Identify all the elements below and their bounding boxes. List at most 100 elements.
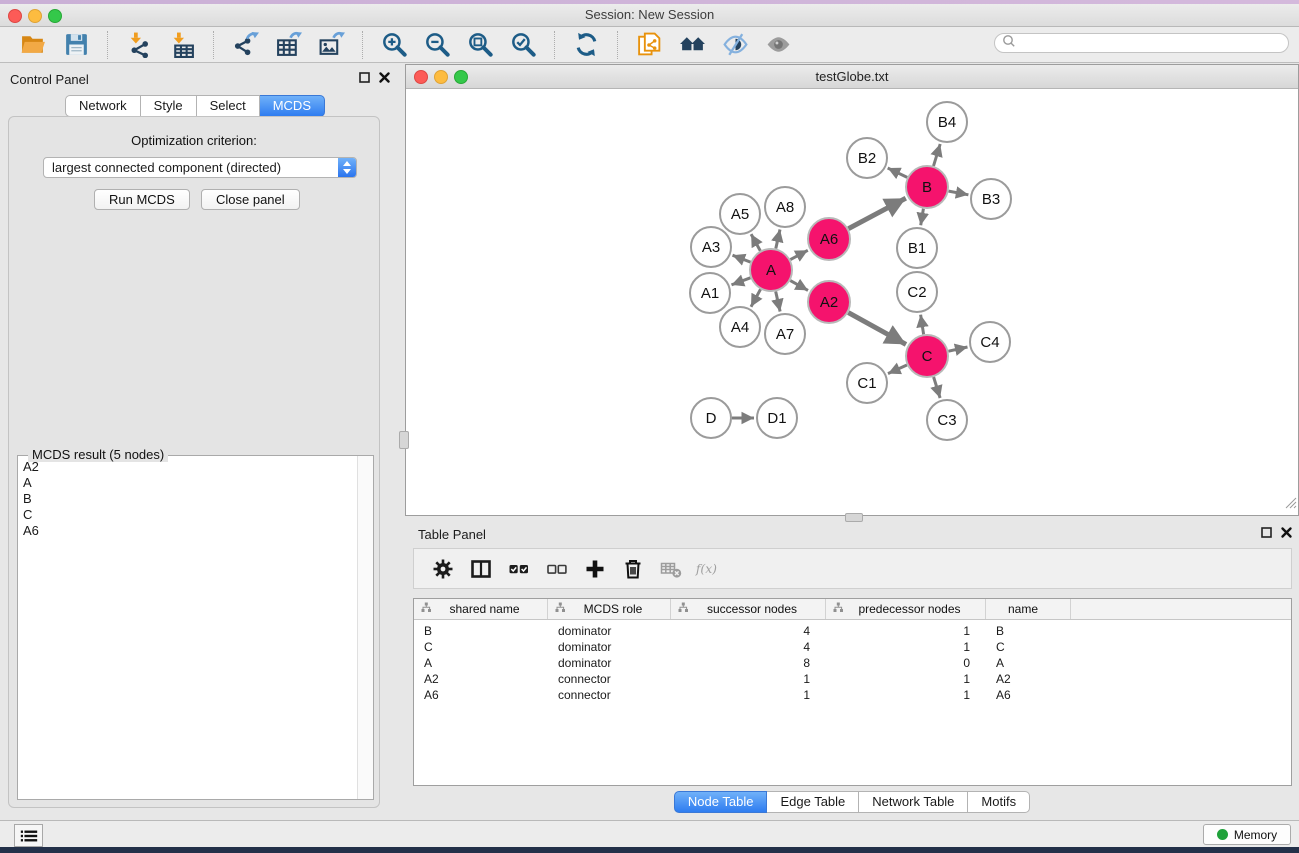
edge-A6-B[interactable] [848,198,905,229]
show-details-icon[interactable] [765,31,792,58]
zoom-in-icon[interactable] [381,31,408,58]
node-B[interactable]: B [906,166,948,208]
import-network-icon[interactable] [126,31,153,58]
network-window-titlebar[interactable]: testGlobe.txt [406,65,1298,89]
zoom-selected-icon[interactable] [510,31,537,58]
node-A8[interactable]: A8 [765,187,805,227]
edge-B-B4[interactable] [934,144,941,166]
result-scrollbar[interactable] [357,456,373,799]
node-B1[interactable]: B1 [897,228,937,268]
zoom-out-icon[interactable] [424,31,451,58]
edge-A-A5[interactable] [751,234,760,251]
edge-A-A4[interactable] [751,289,761,307]
network-canvas[interactable]: B4B2BB3A8A5A6A3B1AA1C2A2A4A7C4CC1DD1C3 [406,89,1298,515]
zoom-fit-icon[interactable] [467,31,494,58]
table-row[interactable]: Adominator80A [414,655,1291,671]
table-row[interactable]: A2connector11A2 [414,671,1291,687]
export-image-icon[interactable] [318,31,345,58]
node-D1[interactable]: D1 [757,398,797,438]
node-C1[interactable]: C1 [847,363,887,403]
edge-C-C2[interactable] [921,315,924,335]
node-B2[interactable]: B2 [847,138,887,178]
tab-network[interactable]: Network [65,95,141,117]
float-panel-icon[interactable] [358,71,371,84]
node-C2[interactable]: C2 [897,272,937,312]
result-item[interactable]: A [18,475,357,491]
column-header-mcds-role[interactable]: MCDS role [548,599,671,619]
memory-button[interactable]: Memory [1203,824,1291,845]
tab-network-table[interactable]: Network Table [859,791,968,813]
export-network-icon[interactable] [232,31,259,58]
tab-style[interactable]: Style [141,95,197,117]
edge-C-C1[interactable] [888,365,907,374]
resize-grip-icon[interactable] [1284,496,1297,514]
settings-gear-icon[interactable] [428,554,458,584]
edge-C-C3[interactable] [934,377,941,398]
node-A5[interactable]: A5 [720,194,760,234]
edge-A-A6[interactable] [790,250,807,259]
edge-B-B3[interactable] [949,191,969,195]
export-table-icon[interactable] [275,31,302,58]
node-A6[interactable]: A6 [808,218,850,260]
node-C[interactable]: C [906,335,948,377]
clone-network-icon[interactable] [636,31,663,58]
table-row[interactable]: Cdominator41C [414,639,1291,655]
node-A3[interactable]: A3 [691,227,731,267]
tab-select[interactable]: Select [197,95,260,117]
node-D[interactable]: D [691,398,731,438]
tab-edge-table[interactable]: Edge Table [767,791,859,813]
node-A4[interactable]: A4 [720,307,760,347]
home-icon[interactable] [679,31,706,58]
table-row[interactable]: Bdominator41B [414,623,1291,639]
select-all-icon[interactable] [504,554,534,584]
node-A2[interactable]: A2 [808,281,850,323]
tab-mcds[interactable]: MCDS [260,95,325,117]
column-header-successor-nodes[interactable]: successor nodes [671,599,826,619]
edge-B-B2[interactable] [888,168,908,177]
criterion-select[interactable]: largest connected component (directed) [43,157,357,178]
node-A1[interactable]: A1 [690,273,730,313]
table-row[interactable]: A6connector11A6 [414,687,1291,703]
result-item[interactable]: A2 [18,459,357,475]
result-item[interactable]: B [18,491,357,507]
edge-A-A7[interactable] [776,292,780,312]
edge-B-B1[interactable] [921,209,924,226]
column-header-shared-name[interactable]: shared name [414,599,548,619]
column-header-name[interactable]: name [986,599,1071,619]
task-history-button[interactable] [14,824,43,847]
result-item[interactable]: C [18,507,357,523]
close-panel-icon[interactable] [378,71,391,84]
search-field[interactable] [994,33,1289,53]
node-A[interactable]: A [750,249,792,291]
unselect-all-icon[interactable] [542,554,572,584]
hide-details-icon[interactable] [722,31,749,58]
delete-column-icon[interactable] [618,554,648,584]
float-table-panel-icon[interactable] [1260,526,1273,539]
add-column-icon[interactable] [580,554,610,584]
tab-node-table[interactable]: Node Table [674,791,768,813]
node-table[interactable]: shared nameMCDS rolesuccessor nodesprede… [413,598,1292,786]
edge-A-A8[interactable] [776,230,780,249]
edge-A-A2[interactable] [790,281,808,291]
splitpane-handle-vertical[interactable] [399,431,409,449]
save-session-icon[interactable] [63,31,90,58]
edge-C-C4[interactable] [949,347,968,351]
node-B3[interactable]: B3 [971,179,1011,219]
edge-A-A3[interactable] [733,255,751,262]
import-table-icon[interactable] [169,31,196,58]
result-item[interactable]: A6 [18,523,357,539]
node-C3[interactable]: C3 [927,400,967,440]
open-session-icon[interactable] [20,31,47,58]
close-panel-button[interactable]: Close panel [201,189,300,210]
node-C4[interactable]: C4 [970,322,1010,362]
tab-motifs[interactable]: Motifs [968,791,1030,813]
search-input[interactable] [1020,35,1288,51]
refresh-icon[interactable] [573,31,600,58]
run-mcds-button[interactable]: Run MCDS [94,189,190,210]
network-graph[interactable]: B4B2BB3A8A5A6A3B1AA1C2A2A4A7C4CC1DD1C3 [406,89,1298,515]
edge-A-A1[interactable] [732,278,751,285]
node-B4[interactable]: B4 [927,102,967,142]
column-header-predecessor-nodes[interactable]: predecessor nodes [826,599,986,619]
app-titlebar[interactable]: Session: New Session [0,4,1299,27]
close-table-panel-icon[interactable] [1280,526,1293,539]
